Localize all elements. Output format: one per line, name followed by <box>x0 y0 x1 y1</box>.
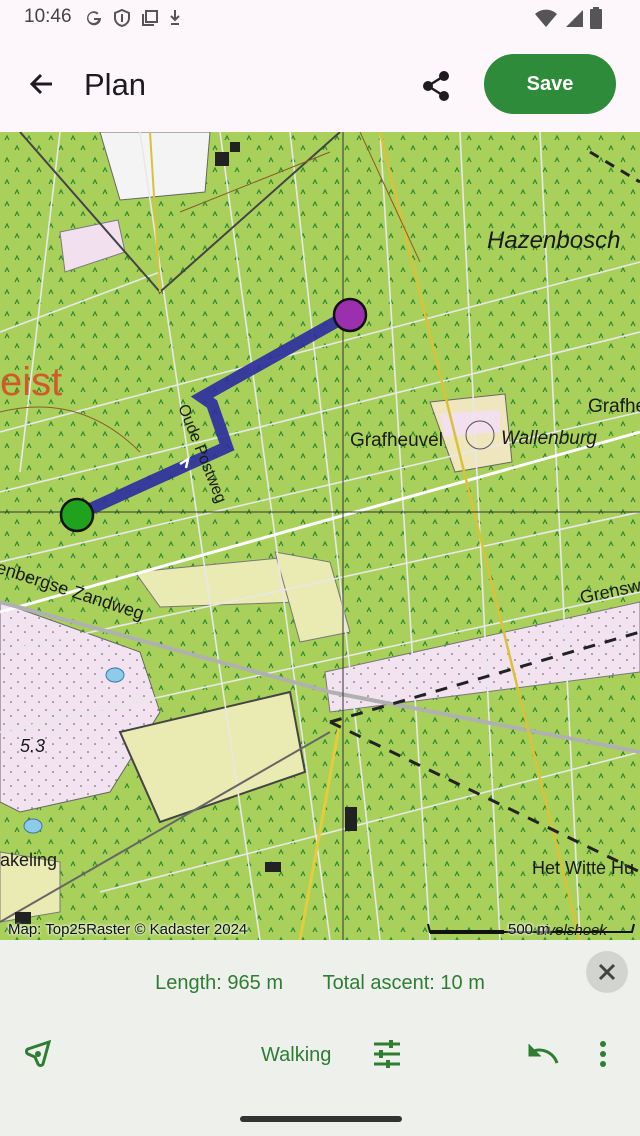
map-attribution: Map: Top25Raster © Kadaster 2024 <box>8 921 248 938</box>
more-vert-icon <box>600 1041 606 1067</box>
tune-icon <box>374 1040 400 1068</box>
map-view[interactable]: Hazenbosch eist Grafhe Grafheuvel Wallen… <box>0 132 640 940</box>
route-start-marker[interactable] <box>59 497 95 533</box>
map-label-wallenburg: Wallenburg <box>501 428 597 449</box>
shield-icon <box>114 8 130 28</box>
map-label-grafheuvel: Grafheuvel <box>350 430 443 451</box>
back-button[interactable] <box>22 64 62 104</box>
map-label-grafhe: Grafhe <box>588 396 640 417</box>
share-icon <box>423 71 449 101</box>
undo-icon <box>528 1044 559 1064</box>
battery-icon <box>590 7 602 29</box>
download-icon <box>170 10 180 25</box>
undo-button[interactable] <box>521 1032 565 1076</box>
share-button[interactable] <box>414 64 458 108</box>
map-label-het-witte: Het Witte Hu <box>532 858 635 878</box>
app-bar: Plan Save <box>0 36 640 132</box>
route-stats: Length: 965 m Total ascent: 10 m <box>0 972 640 995</box>
arrow-back-icon <box>29 73 52 95</box>
route-style-button[interactable] <box>16 1032 60 1076</box>
status-notification-icons <box>84 8 182 28</box>
route-end-marker[interactable] <box>332 297 368 333</box>
route-options-button[interactable] <box>365 1032 409 1076</box>
home-indicator[interactable] <box>240 1116 402 1122</box>
page-title: Plan <box>84 67 147 102</box>
status-bar: 10:46 <box>0 0 640 36</box>
map-label-akeling: akeling <box>0 850 58 870</box>
route-panel: Length: 965 m Total ascent: 10 m Walking <box>0 940 640 1136</box>
google-icon <box>87 11 102 26</box>
copy-icon <box>142 10 158 26</box>
compass-navigation-icon <box>25 1039 52 1067</box>
route-ascent: Total ascent: 10 m <box>322 972 485 994</box>
scale-label: 500 m <box>508 921 550 938</box>
more-options-button[interactable] <box>581 1032 625 1076</box>
save-button[interactable]: Save <box>484 54 616 114</box>
status-system-icons <box>534 7 602 29</box>
map-label-elevation: 5.3 <box>20 736 46 756</box>
signal-icon <box>566 10 583 27</box>
map-label-hazenbosch: Hazenbosch <box>487 227 621 254</box>
travel-mode-label[interactable]: Walking <box>261 1044 331 1067</box>
route-length: Length: 965 m <box>155 972 283 994</box>
route-toolbar: Walking <box>0 1032 640 1080</box>
map-label-zeist: eist <box>0 360 63 404</box>
wifi-icon <box>535 9 557 27</box>
status-time: 10:46 <box>24 6 72 27</box>
